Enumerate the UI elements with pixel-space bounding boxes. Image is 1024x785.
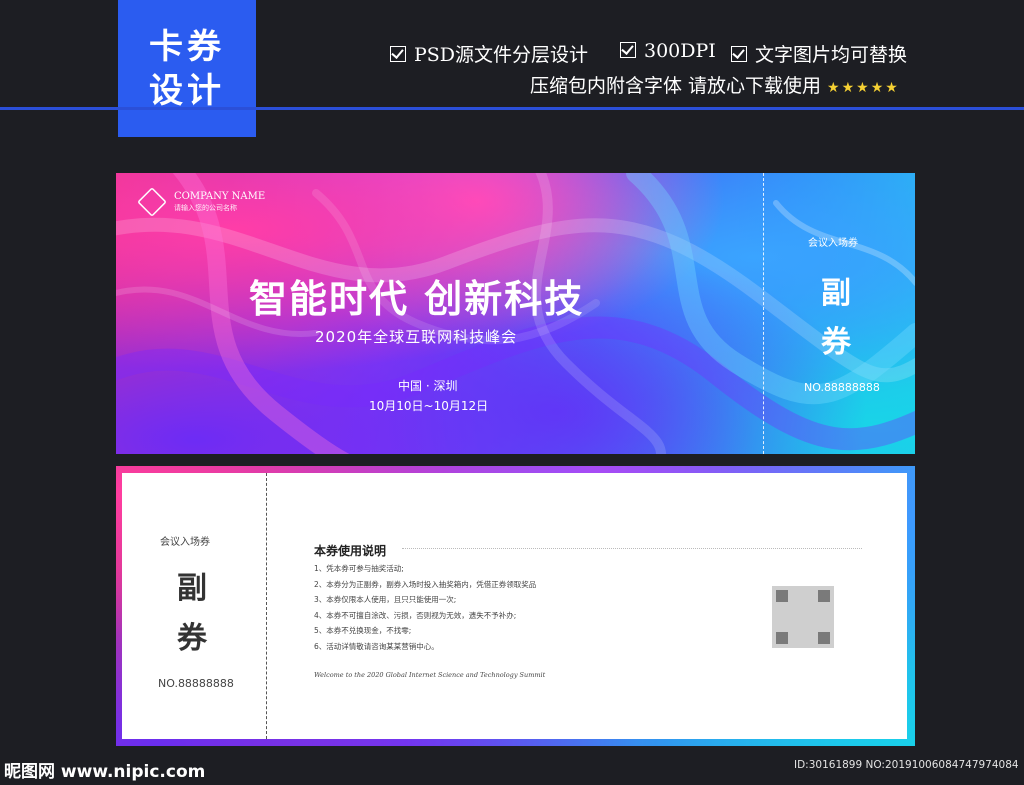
rule-item: 1、凭本券可参与抽奖活动; — [314, 564, 404, 573]
rule-item: 3、本券仅限本人使用，且只只能使用一次; — [314, 595, 457, 604]
ticket-front: COMPANY NAME 请输入您的公司名称 智能时代 创新科技 2020年全球… — [116, 173, 915, 454]
site-watermark: 昵图网 www.nipic.com — [4, 762, 206, 782]
ticket-subtitle: 2020年全球互联网科技峰会 — [315, 328, 518, 346]
back-stub-char-1: 副 — [177, 571, 207, 606]
rule-item: 5、本券不兑换现金，不找零; — [314, 626, 412, 635]
back-perforation-line — [266, 473, 267, 739]
event-location: 中国 · 深圳 — [398, 379, 458, 393]
back-stub-char-2: 券 — [177, 621, 207, 656]
back-stub-number: NO.88888888 — [158, 677, 234, 690]
rule-item: 2、本券分为正副券，副券入场时投入抽奖箱内，凭借正券领取奖品 — [314, 579, 537, 589]
header-divider — [0, 107, 1024, 110]
feature-dpi: 300DPI — [620, 40, 716, 62]
feature-psd: PSD源文件分层设计 — [390, 40, 588, 67]
checkbox-icon — [731, 46, 747, 62]
stub-char-1: 副 — [821, 276, 851, 311]
company-logo: COMPANY NAME 请输入您的公司名称 — [137, 187, 266, 217]
event-dates: 10月10日~10月12日 — [369, 399, 489, 413]
ticket-back: 会议入场券 副 券 NO.88888888 本券使用说明 1、凭本券可参与抽奖活… — [116, 466, 915, 746]
badge-line-2: 设计 — [149, 70, 225, 111]
ticket-title: 智能时代 创新科技 — [249, 277, 585, 321]
back-stub-label: 会议入场券 — [160, 537, 210, 548]
feature-fonts: 压缩包内附含字体 请放心下载使用 ★★★★★ — [530, 75, 900, 97]
card-design-badge: 卡券 设计 — [118, 0, 256, 137]
company-subtitle: 请输入您的公司名称 — [174, 204, 237, 212]
company-name: COMPANY NAME — [174, 191, 266, 202]
logo-icon — [137, 187, 167, 217]
rules-title: 本券使用说明 — [314, 544, 387, 558]
stub-char-2: 券 — [821, 325, 851, 360]
checkbox-icon — [620, 42, 636, 58]
stub-number: NO.88888888 — [804, 381, 880, 394]
qr-code-placeholder — [772, 586, 834, 648]
dotted-divider — [402, 548, 862, 549]
stub-label: 会议入场券 — [808, 238, 858, 249]
image-id: ID:30161899 NO:20191006084747974084 — [794, 759, 1019, 771]
rule-item: 6、活动详情敬请咨询某某营销中心。 — [314, 641, 439, 651]
feature-replace: 文字图片均可替换 — [731, 40, 907, 67]
rule-item: 4、本券不可擅自涂改、污损，否则视为无效，遗失不予补办; — [314, 610, 517, 620]
welcome-text: Welcome to the 2020 Global Internet Scie… — [314, 671, 546, 679]
perforation-line — [763, 173, 764, 454]
checkbox-icon — [390, 46, 406, 62]
rating-stars: ★★★★★ — [827, 80, 900, 96]
rules-list: 1、凭本券可参与抽奖活动; 2、本券分为正副券，副券入场时投入抽奖箱内，凭借正券… — [314, 561, 536, 654]
ticket-back-panel: 会议入场券 副 券 NO.88888888 本券使用说明 1、凭本券可参与抽奖活… — [122, 473, 907, 739]
badge-line-1: 卡券 — [149, 26, 225, 67]
